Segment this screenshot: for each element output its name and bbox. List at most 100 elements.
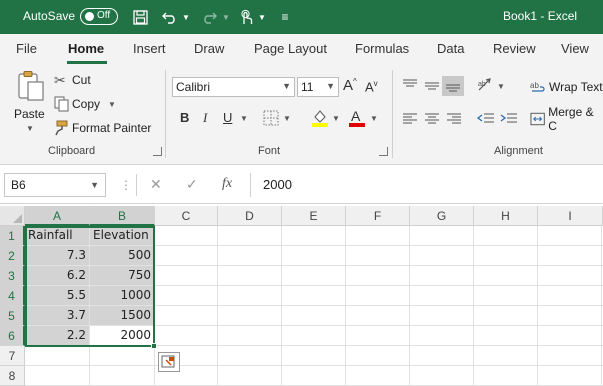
- cell-b7[interactable]: [90, 346, 155, 366]
- merge-center-label: Merge & C: [548, 105, 594, 133]
- increase-font-size-icon[interactable]: A^: [343, 77, 357, 94]
- align-center-icon[interactable]: [424, 112, 440, 126]
- tab-insert[interactable]: Insert: [133, 41, 166, 56]
- font-launcher-icon[interactable]: [379, 147, 388, 156]
- column-header-c[interactable]: C: [155, 206, 218, 226]
- align-bottom-button[interactable]: [442, 76, 464, 96]
- cell-b4[interactable]: 1000: [90, 286, 155, 306]
- merge-center-button[interactable]: Merge & C: [530, 105, 603, 133]
- column-header-f[interactable]: F: [346, 206, 410, 226]
- tab-draw[interactable]: Draw: [194, 41, 224, 56]
- name-box[interactable]: B6 ▼: [4, 173, 106, 197]
- cell-a4[interactable]: 5.5: [25, 286, 90, 306]
- italic-button[interactable]: I: [203, 110, 207, 126]
- cancel-icon[interactable]: ✕: [150, 176, 162, 193]
- tab-review[interactable]: Review: [493, 41, 536, 56]
- cell-b8[interactable]: [90, 366, 155, 386]
- column-header-e[interactable]: E: [282, 206, 346, 226]
- tab-page-layout[interactable]: Page Layout: [254, 41, 327, 56]
- font-name-select[interactable]: Calibri ▼: [172, 77, 295, 97]
- touch-dropdown-icon[interactable]: ▼: [257, 8, 267, 26]
- cell-b3[interactable]: 750: [90, 266, 155, 286]
- fill-color-dropdown-icon[interactable]: ▼: [332, 114, 340, 123]
- row-header-8[interactable]: 8: [0, 366, 25, 386]
- cell-a2[interactable]: 7.3: [25, 246, 90, 266]
- column-header-d[interactable]: D: [218, 206, 282, 226]
- cell-a1[interactable]: Rainfall: [25, 226, 90, 246]
- column-header-b[interactable]: B: [90, 206, 155, 226]
- borders-dropdown-icon[interactable]: ▼: [283, 114, 291, 123]
- column-header-g[interactable]: G: [410, 206, 474, 226]
- wrap-text-button[interactable]: ab Wrap Text: [530, 78, 603, 96]
- increase-indent-icon[interactable]: [500, 112, 518, 126]
- orientation-dropdown-icon[interactable]: ▼: [497, 82, 505, 91]
- paste-button[interactable]: Paste ▼: [12, 70, 50, 136]
- row-header-6[interactable]: 6: [0, 326, 25, 346]
- font-color-dropdown-icon[interactable]: ▼: [370, 114, 378, 123]
- empty-grid-area[interactable]: [155, 226, 603, 386]
- align-left-icon[interactable]: [402, 112, 418, 126]
- clipboard-launcher-icon[interactable]: [153, 147, 162, 156]
- align-top-icon[interactable]: [402, 79, 418, 93]
- decrease-font-size-icon[interactable]: Av: [365, 79, 378, 94]
- copy-label: Copy: [72, 97, 101, 111]
- customize-qat-icon[interactable]: ≡: [279, 8, 291, 26]
- cell-a3[interactable]: 6.2: [25, 266, 90, 286]
- tab-home[interactable]: Home: [68, 41, 104, 56]
- font-group-label: Font: [258, 145, 281, 157]
- row-header-5[interactable]: 5: [0, 306, 25, 326]
- underline-button[interactable]: U: [223, 110, 232, 125]
- cell-b1[interactable]: Elevation: [90, 226, 155, 246]
- fill-color-icon[interactable]: [311, 108, 329, 128]
- undo-dropdown-icon[interactable]: ▼: [181, 8, 191, 26]
- paste-dropdown-icon[interactable]: ▼: [26, 124, 34, 133]
- borders-icon[interactable]: [263, 110, 279, 126]
- fill-handle[interactable]: [151, 343, 157, 349]
- enter-icon[interactable]: ✓: [186, 176, 198, 193]
- align-right-icon[interactable]: [446, 112, 462, 126]
- row-header-4[interactable]: 4: [0, 286, 25, 306]
- autosave-toggle[interactable]: Off: [80, 8, 118, 25]
- cut-button[interactable]: ✂ Cut: [54, 71, 91, 89]
- tab-data[interactable]: Data: [437, 41, 464, 56]
- redo-icon[interactable]: [199, 8, 219, 26]
- cell-b5[interactable]: 1500: [90, 306, 155, 326]
- formula-input[interactable]: 2000: [250, 173, 603, 197]
- column-header-i[interactable]: I: [538, 206, 603, 226]
- decrease-indent-icon[interactable]: [477, 112, 495, 126]
- save-icon[interactable]: [131, 8, 149, 26]
- cell-a6[interactable]: 2.2: [25, 326, 90, 346]
- align-middle-icon[interactable]: [424, 79, 440, 93]
- undo-icon[interactable]: [160, 8, 180, 26]
- cell-b6-active[interactable]: 2000: [90, 326, 155, 346]
- tab-formulas[interactable]: Formulas: [355, 41, 409, 56]
- font-color-button[interactable]: A: [349, 107, 365, 129]
- row-header-3[interactable]: 3: [0, 266, 25, 286]
- underline-dropdown-icon[interactable]: ▼: [240, 114, 248, 123]
- insert-function-button[interactable]: fx: [222, 176, 232, 192]
- font-size-select[interactable]: 11 ▼: [297, 77, 339, 97]
- format-painter-button[interactable]: Format Painter: [54, 119, 151, 137]
- select-all-button[interactable]: [0, 206, 25, 226]
- bold-button[interactable]: B: [180, 110, 189, 125]
- quick-analysis-button[interactable]: [158, 352, 180, 372]
- redo-dropdown-icon[interactable]: ▼: [221, 8, 231, 26]
- row-header-2[interactable]: 2: [0, 246, 25, 266]
- copy-button[interactable]: Copy ▼: [54, 95, 116, 113]
- ribbon-tabs: File Home Insert Draw Page Layout Formul…: [0, 34, 603, 64]
- column-header-h[interactable]: H: [474, 206, 538, 226]
- cell-a7[interactable]: [25, 346, 90, 366]
- touch-mode-icon[interactable]: [237, 8, 255, 26]
- cell-b2[interactable]: 500: [90, 246, 155, 266]
- tab-view[interactable]: View: [561, 41, 589, 56]
- more-options-icon[interactable]: ⋮: [120, 178, 132, 192]
- cell-a8[interactable]: [25, 366, 90, 386]
- copy-dropdown-icon[interactable]: ▼: [108, 100, 116, 109]
- row-header-1[interactable]: 1: [0, 226, 25, 246]
- column-header-a[interactable]: A: [25, 206, 90, 226]
- orientation-icon[interactable]: ab: [477, 76, 495, 94]
- row-header-7[interactable]: 7: [0, 346, 25, 366]
- formula-bar: B6 ▼ ⋮ ✕ ✓ fx 2000: [0, 166, 603, 204]
- cell-a5[interactable]: 3.7: [25, 306, 90, 326]
- tab-file[interactable]: File: [16, 41, 37, 56]
